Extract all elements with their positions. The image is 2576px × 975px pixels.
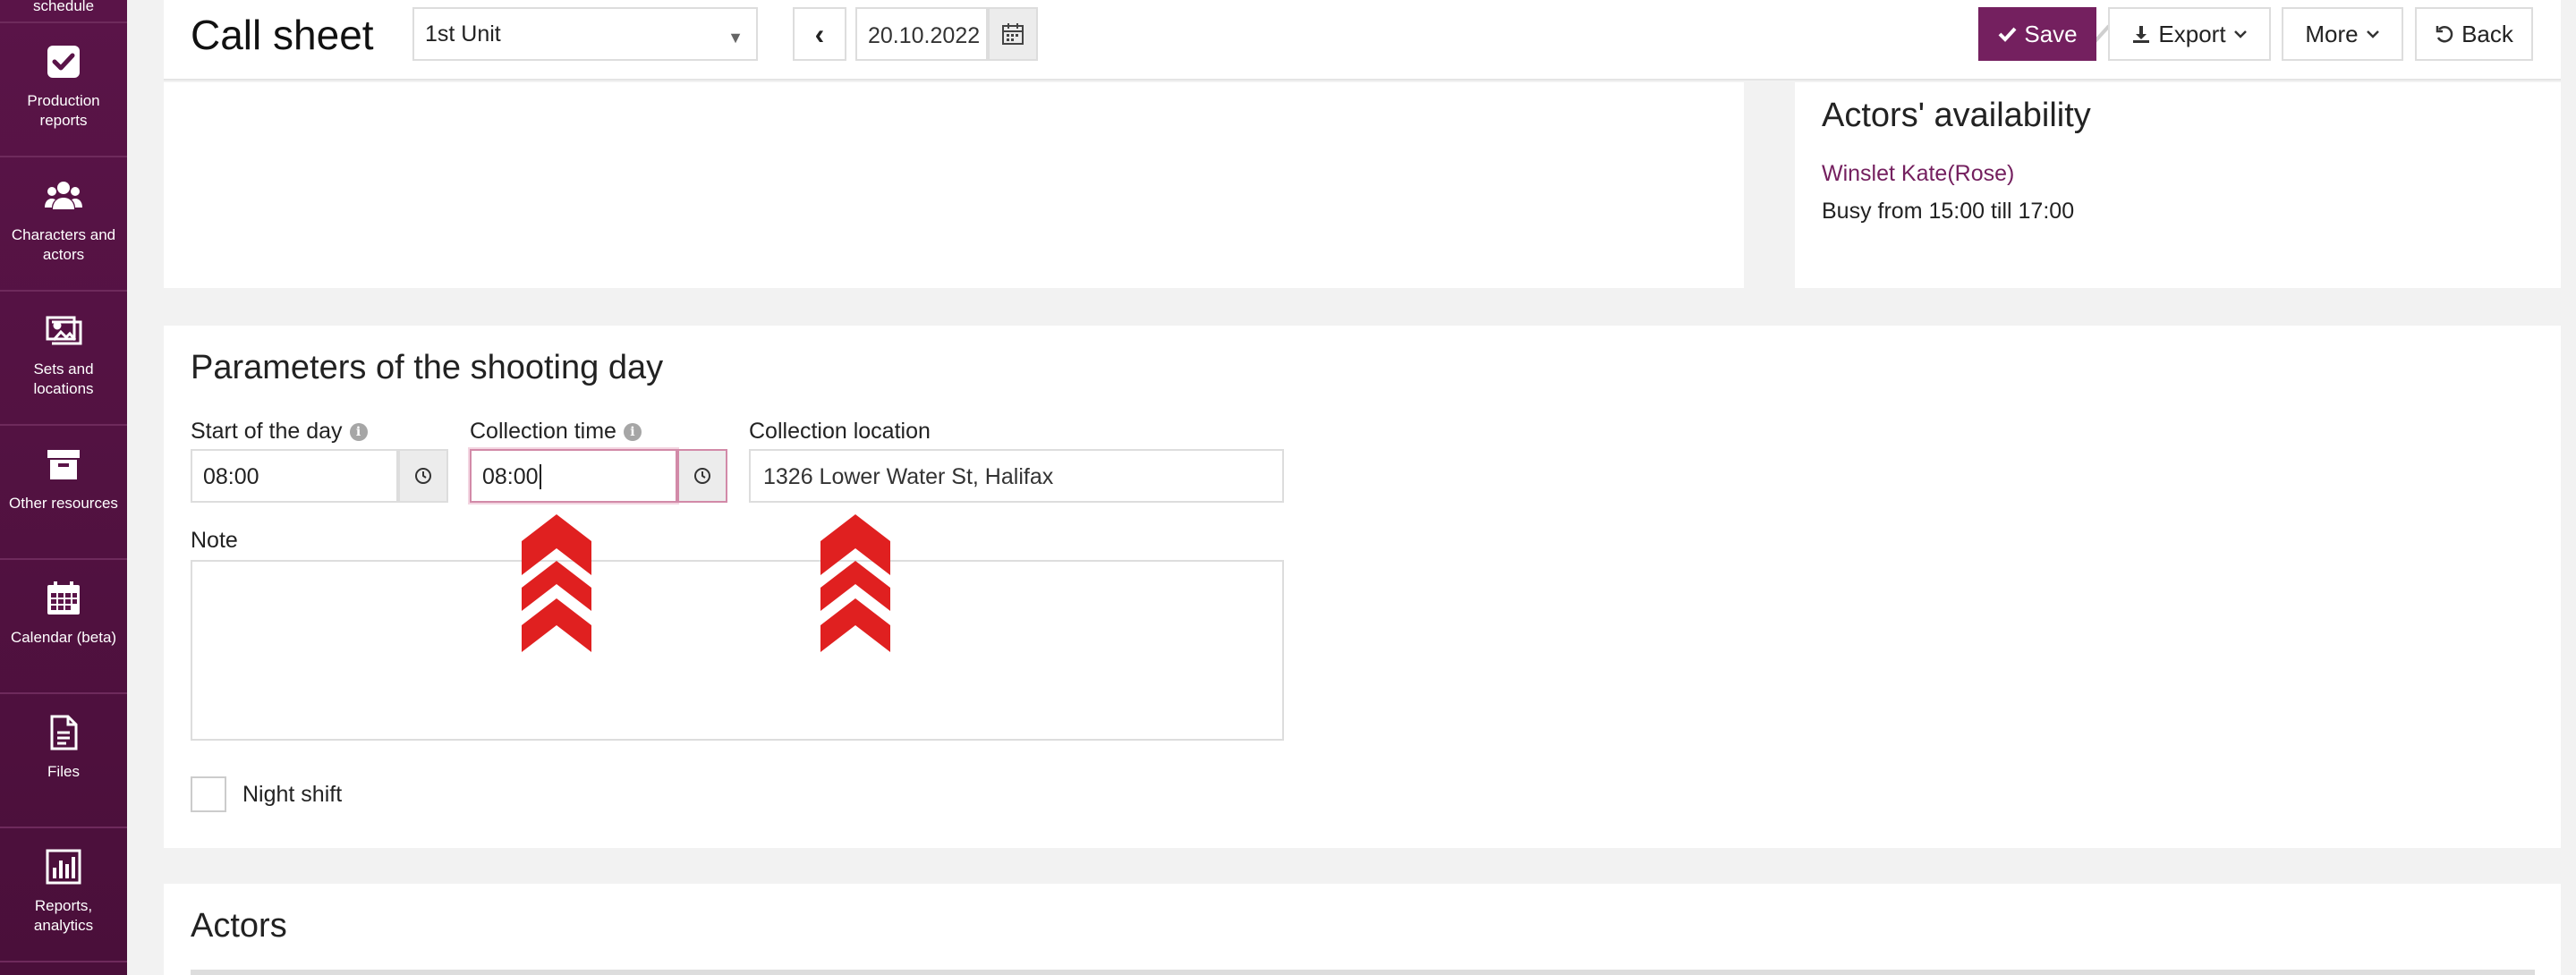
sidebar-item-reports[interactable]: Reports, analytics <box>0 828 127 962</box>
sidebar-item-label: Reports, analytics <box>33 897 94 934</box>
header-bar: Call sheet 1st Unit ▼ ‹ 20.10.2022 Save … <box>164 0 2561 81</box>
up-arrow-indicator-icon <box>522 514 591 652</box>
up-arrow-indicator-icon <box>820 514 890 652</box>
back-button[interactable]: Back <box>2415 7 2533 61</box>
availability-busy-text: Busy from 15:00 till 17:00 <box>1822 199 2075 224</box>
start-of-day-input[interactable]: 08:00 <box>191 449 398 503</box>
clock-icon <box>694 468 710 484</box>
date-input[interactable]: 20.10.2022 <box>855 7 988 61</box>
unit-select-value: 1st Unit <box>425 21 501 47</box>
sidebar-item-sets[interactable]: Sets and locations <box>0 292 127 426</box>
sidebar-item-label: Production reports <box>27 92 100 129</box>
actors-title: Actors <box>191 907 287 945</box>
sidebar-item-other-resources[interactable]: Other resources <box>0 426 127 560</box>
collection-location-input[interactable]: 1326 Lower Water St, Halifax <box>749 449 1284 503</box>
sidebar-item-label: Characters and actors <box>11 226 116 263</box>
collection-time-picker-button[interactable] <box>677 449 727 503</box>
more-button-label: More <box>2305 20 2359 47</box>
shooting-day-parameters-panel: Parameters of the shooting day Start of … <box>164 326 2561 848</box>
sidebar-item-label: Sets and locations <box>33 360 94 397</box>
users-icon <box>45 177 82 215</box>
sidebar-item-production-reports[interactable]: Production reports <box>0 23 127 157</box>
caret-down-icon: ▼ <box>727 29 744 47</box>
checkbox-icon <box>45 43 82 81</box>
unit-select[interactable]: 1st Unit ▼ <box>412 7 758 61</box>
sidebar-item-label: schedule <box>32 0 95 14</box>
sidebar: schedule Production reports Characters a… <box>0 0 127 975</box>
collection-location-label: Collection location <box>749 419 931 444</box>
sidebar-item-calendar[interactable]: Calendar (beta) <box>0 560 127 694</box>
save-button[interactable]: Save <box>1978 7 2096 61</box>
check-icon <box>1998 27 2017 42</box>
availability-title: Actors' availability <box>1822 97 2091 134</box>
undo-icon <box>2436 25 2453 43</box>
start-of-day-label-text: Start of the day <box>191 419 343 444</box>
back-button-label: Back <box>2461 20 2513 47</box>
clock-icon <box>415 468 431 484</box>
save-button-label: Save <box>2024 20 2078 47</box>
collection-time-label: Collection time i <box>470 419 642 445</box>
calendar-icon <box>1002 23 1024 45</box>
date-picker-button[interactable] <box>988 7 1038 61</box>
start-time-picker-button[interactable] <box>398 449 448 503</box>
sidebar-item-label: Other resources <box>9 495 118 512</box>
image-icon <box>45 311 82 349</box>
info-icon[interactable]: i <box>623 422 642 441</box>
chart-icon <box>45 848 82 886</box>
note-label: Note <box>191 528 238 553</box>
night-shift-label: Night shift <box>242 782 343 807</box>
download-icon <box>2133 26 2150 43</box>
page-title: Call sheet <box>191 12 374 58</box>
collection-time-value: 08:00 <box>482 464 539 489</box>
actors-availability-panel: Actors' availability Winslet Kate(Rose) … <box>1795 82 2561 288</box>
calendar-icon <box>45 580 82 617</box>
sidebar-item-label: Files <box>47 763 80 780</box>
file-icon <box>45 714 82 751</box>
collection-time-label-text: Collection time <box>470 419 616 444</box>
actors-table-header <box>191 970 2535 975</box>
chevron-down-icon <box>2366 30 2379 38</box>
export-button[interactable]: Export <box>2108 7 2271 61</box>
sidebar-item-files[interactable]: Files <box>0 694 127 828</box>
chevron-left-icon: ‹ <box>814 17 825 50</box>
previous-day-button[interactable]: ‹ <box>793 7 846 61</box>
info-icon[interactable]: i <box>349 422 368 441</box>
sidebar-item-label: Calendar (beta) <box>10 629 117 646</box>
archive-icon <box>45 445 82 483</box>
availability-actor-link[interactable]: Winslet Kate(Rose) <box>1822 161 2014 187</box>
actors-panel: Actors <box>164 884 2561 975</box>
text-cursor <box>539 464 541 489</box>
section-title: Parameters of the shooting day <box>191 349 664 386</box>
collection-time-input[interactable]: 08:00 <box>470 449 677 503</box>
chevron-down-icon <box>2233 30 2247 38</box>
sidebar-item-schedule[interactable]: schedule <box>0 0 127 23</box>
sidebar-item-characters[interactable]: Characters and actors <box>0 157 127 292</box>
note-textarea[interactable] <box>191 560 1284 741</box>
more-button[interactable]: More <box>2282 7 2403 61</box>
top-left-panel <box>164 82 1744 288</box>
export-button-label: Export <box>2158 20 2226 47</box>
night-shift-checkbox[interactable] <box>191 776 226 812</box>
start-of-day-label: Start of the day i <box>191 419 368 445</box>
